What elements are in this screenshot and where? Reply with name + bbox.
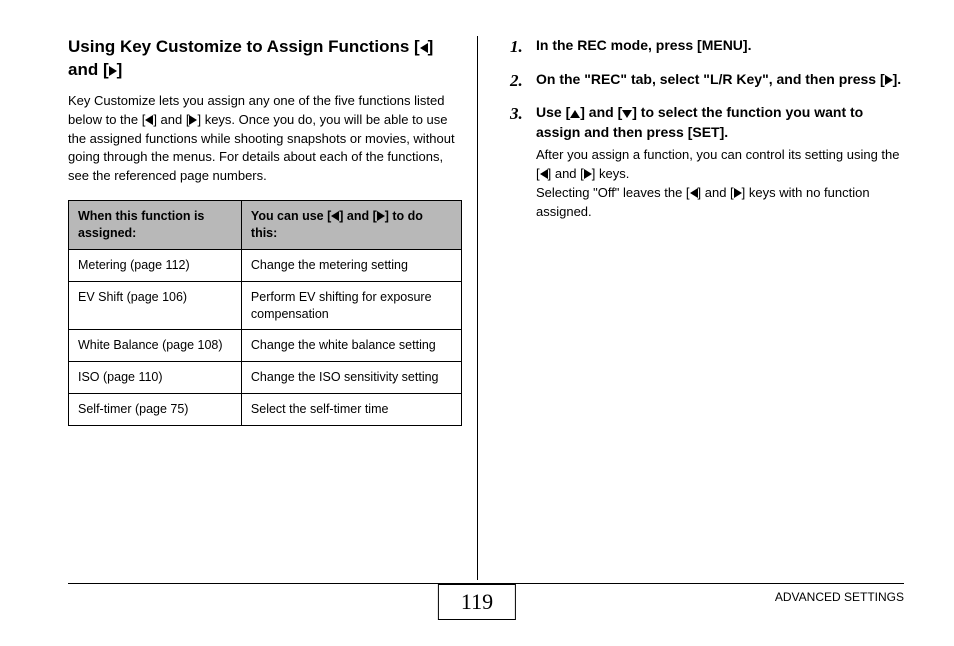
manual-page: Using Key Customize to Assign Functions … <box>0 0 954 646</box>
body-text: ] keys. <box>592 166 630 181</box>
step-body: After you assign a function, you can con… <box>536 146 904 221</box>
table-row: ISO (page 110) Change the ISO sensitivit… <box>69 362 462 394</box>
right-arrow-icon <box>109 66 117 76</box>
right-arrow-icon <box>584 169 592 179</box>
steps-list: In the REC mode, press [MENU]. On the "R… <box>510 36 904 222</box>
th-text: You can use [ <box>251 209 331 223</box>
right-column: In the REC mode, press [MENU]. On the "R… <box>486 36 904 566</box>
func-name: Metering (page 112) <box>69 249 242 281</box>
step-text: ] and [ <box>580 104 622 120</box>
func-name: Self-timer (page 75) <box>69 394 242 426</box>
left-arrow-icon <box>420 43 428 53</box>
step-item: On the "REC" tab, select "L/R Key", and … <box>532 70 904 90</box>
func-desc: Change the metering setting <box>241 249 461 281</box>
left-arrow-icon <box>540 169 548 179</box>
func-name: White Balance (page 108) <box>69 330 242 362</box>
left-arrow-icon <box>690 188 698 198</box>
heading-text: ] <box>117 60 123 79</box>
table-header: When this function is assigned: <box>69 201 242 250</box>
func-name: EV Shift (page 106) <box>69 281 242 330</box>
func-desc: Select the self-timer time <box>241 394 461 426</box>
intro-text: ] and [ <box>153 112 189 127</box>
body-text: ] and [ <box>698 185 734 200</box>
table-row: EV Shift (page 106) Perform EV shifting … <box>69 281 462 330</box>
page-number: 119 <box>438 584 516 620</box>
heading-text: Using Key Customize to Assign Functions … <box>68 37 420 56</box>
step-text: Use [ <box>536 104 570 120</box>
step-text: In the REC mode, press [MENU]. <box>536 37 751 53</box>
step-item: Use [] and [] to select the function you… <box>532 103 904 222</box>
table-header: You can use [] and [] to do this: <box>241 201 461 250</box>
down-arrow-icon <box>622 110 632 118</box>
table-row: White Balance (page 108) Change the whit… <box>69 330 462 362</box>
right-arrow-icon <box>734 188 742 198</box>
right-arrow-icon <box>885 75 893 85</box>
up-arrow-icon <box>570 110 580 118</box>
step-text: On the "REC" tab, select "L/R Key", and … <box>536 71 885 87</box>
section-heading: Using Key Customize to Assign Functions … <box>68 36 462 82</box>
content-columns: Using Key Customize to Assign Functions … <box>68 36 904 566</box>
column-divider <box>477 36 478 580</box>
table-row: Metering (page 112) Change the metering … <box>69 249 462 281</box>
functions-table: When this function is assigned: You can … <box>68 200 462 426</box>
table-row: Self-timer (page 75) Select the self-tim… <box>69 394 462 426</box>
footer-section-label: ADVANCED SETTINGS <box>775 590 904 604</box>
body-text: Selecting "Off" leaves the [ <box>536 185 690 200</box>
step-text: ]. <box>893 71 902 87</box>
func-desc: Change the white balance setting <box>241 330 461 362</box>
table-header-row: When this function is assigned: You can … <box>69 201 462 250</box>
step-item: In the REC mode, press [MENU]. <box>532 36 904 56</box>
func-desc: Perform EV shifting for exposure compens… <box>241 281 461 330</box>
th-text: ] and [ <box>339 209 377 223</box>
func-name: ISO (page 110) <box>69 362 242 394</box>
body-text: ] and [ <box>548 166 584 181</box>
intro-paragraph: Key Customize lets you assign any one of… <box>68 92 462 186</box>
left-column: Using Key Customize to Assign Functions … <box>68 36 486 566</box>
func-desc: Change the ISO sensitivity setting <box>241 362 461 394</box>
right-arrow-icon <box>377 211 385 221</box>
